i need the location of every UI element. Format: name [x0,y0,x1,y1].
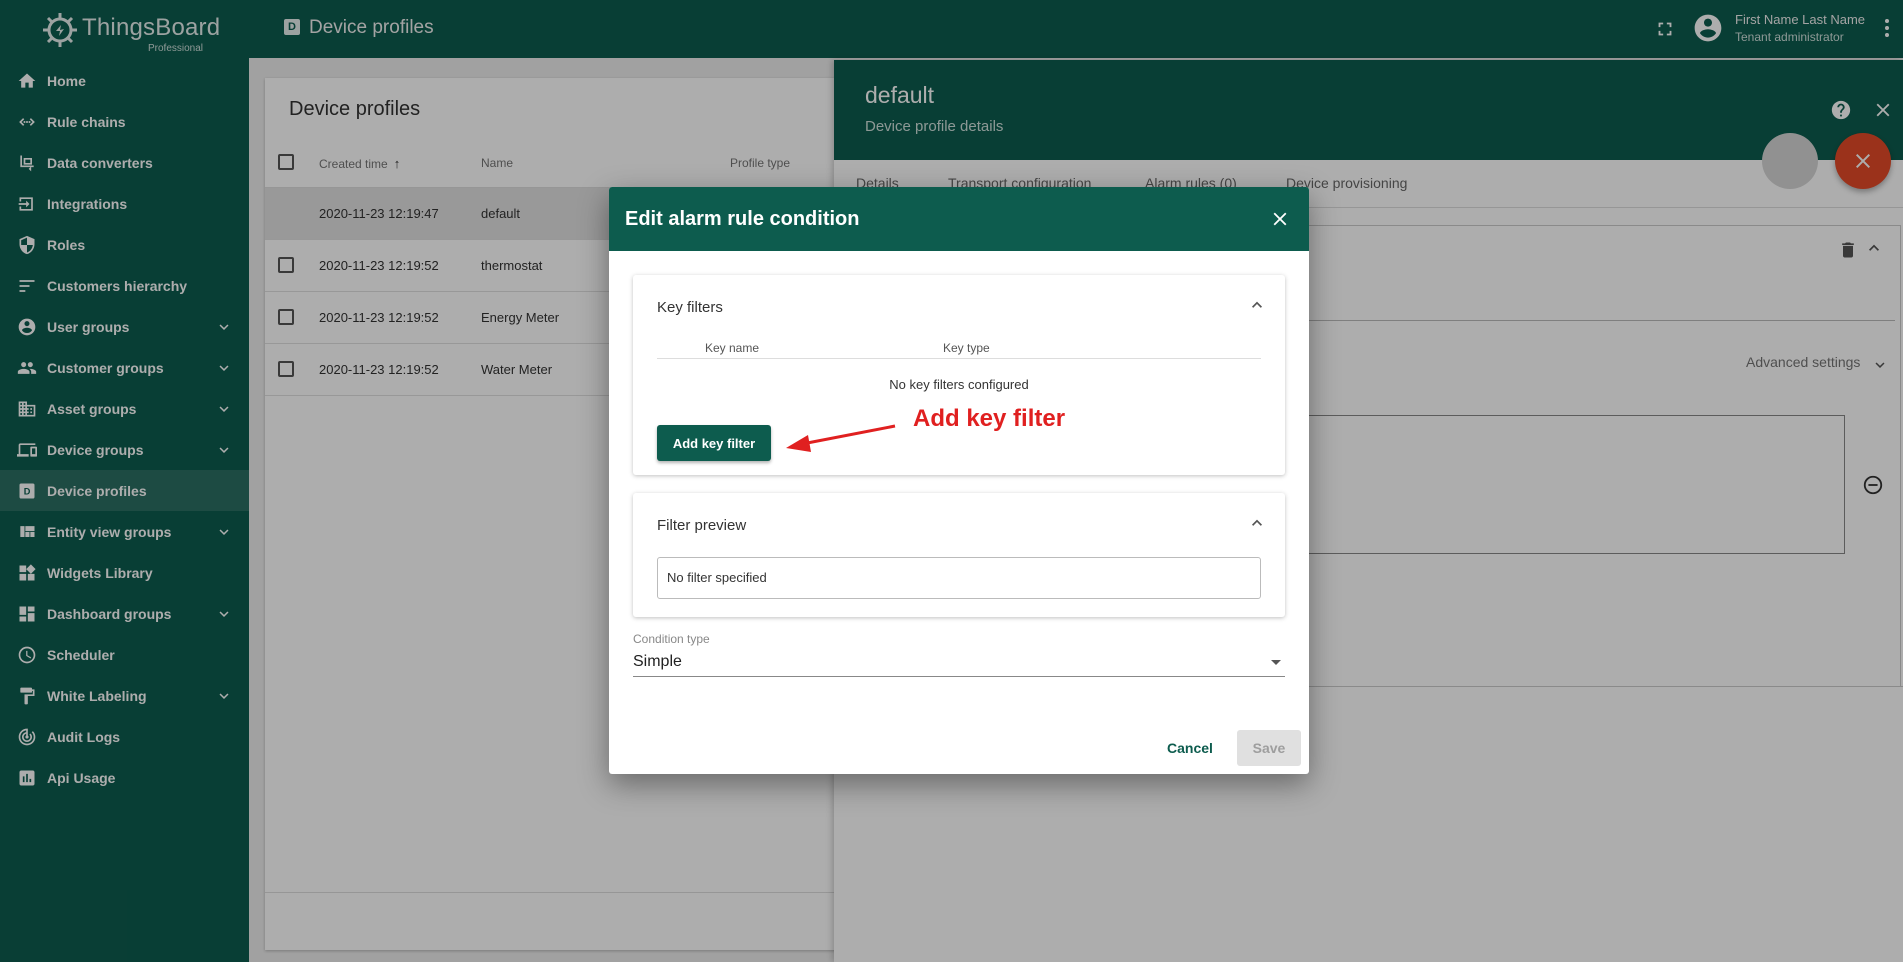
filter-preview-field: No filter specified [657,557,1261,599]
annotation-arrow-icon [786,424,896,452]
collapse-key-filters-icon[interactable] [1247,295,1267,315]
condition-type-label: Condition type [633,632,710,646]
dialog-header: Edit alarm rule condition [609,187,1309,251]
condition-type-select[interactable]: Simple [633,649,1285,677]
key-type-column: Key type [943,341,990,355]
collapse-filter-preview-icon[interactable] [1247,513,1267,533]
close-dialog-icon[interactable] [1269,208,1291,230]
cancel-button[interactable]: Cancel [1153,730,1227,766]
add-key-filter-button[interactable]: Add key filter [657,425,771,461]
no-key-filters-text: No key filters configured [889,377,1029,392]
key-filters-title[interactable]: Key filters [657,299,723,316]
edit-alarm-rule-condition-dialog: Edit alarm rule condition Key filters Ke… [609,187,1309,774]
key-name-column: Key name [705,341,760,355]
dialog-title: Edit alarm rule condition [625,208,860,230]
filter-preview-panel: Filter preview No filter specified [633,493,1285,617]
save-button[interactable]: Save [1237,730,1301,766]
condition-type-value: Simple [633,653,682,670]
key-filters-panel: Key filters Key name Key type No key fil… [633,275,1285,475]
filter-preview-title[interactable]: Filter preview [657,517,746,534]
annotation-label: Add key filter [913,405,1066,432]
dropdown-arrow-icon [1271,660,1281,665]
key-filters-header: Key name Key type [657,341,1261,359]
